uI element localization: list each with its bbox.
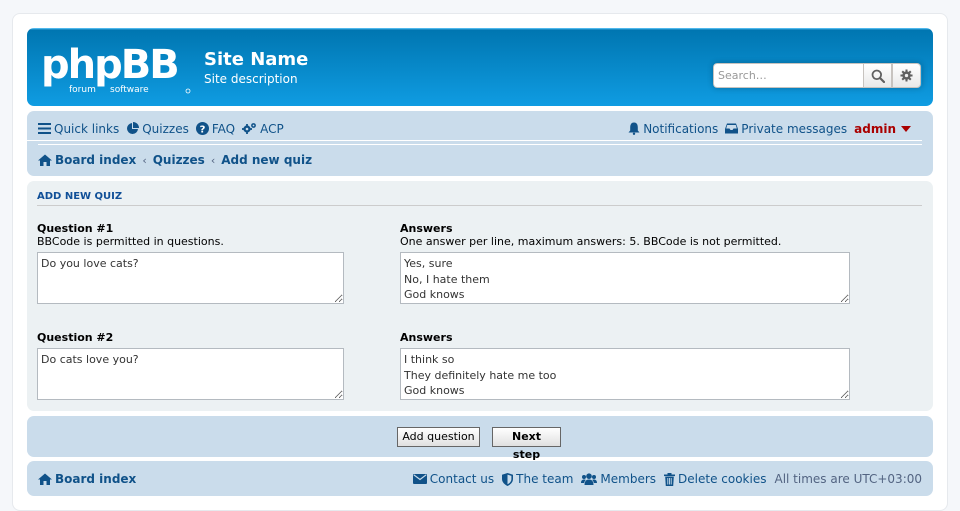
question-2-input[interactable]: Do cats love you?: [37, 348, 344, 400]
logo-sub-software: software: [110, 85, 149, 94]
caret-down-icon: [901, 125, 911, 132]
footer-members[interactable]: Members: [581, 472, 656, 486]
navbar: Quick links Quizzes ? FAQ ACP Notificati…: [27, 111, 933, 176]
home-icon: [38, 154, 52, 166]
answers-2-label: Answers: [400, 331, 453, 344]
site-description: Site description: [204, 72, 298, 86]
breadcrumb-board-index[interactable]: Board index: [38, 153, 136, 167]
home-icon: [38, 473, 52, 485]
username: admin: [854, 121, 896, 136]
question-1-input[interactable]: Do you love cats?: [37, 252, 344, 304]
shield-icon: [502, 472, 514, 486]
quizzes-label: Quizzes: [142, 121, 189, 136]
nav-acp[interactable]: ACP: [242, 122, 284, 136]
notifications-label: Notifications: [643, 121, 719, 136]
user-menu[interactable]: admin: [854, 122, 911, 136]
question-2-label: Question #2: [37, 331, 114, 344]
svg-text:?: ?: [199, 124, 205, 135]
envelope-icon: [412, 474, 427, 484]
search-button[interactable]: [863, 63, 892, 88]
answers-2-input[interactable]: I think so They definitely hate me too G…: [400, 348, 850, 400]
footer-board-index[interactable]: Board index: [38, 472, 136, 486]
form-actions: Add question Next step: [27, 416, 933, 461]
registered-mark-icon: [185, 88, 191, 94]
members-label: Members: [600, 472, 657, 486]
pie-chart-icon: [127, 122, 140, 134]
cogs-icon: [242, 123, 257, 134]
faq-label: FAQ: [211, 121, 236, 136]
acp-label: ACP: [260, 121, 284, 136]
contact-us-label: Contact us: [429, 472, 495, 486]
logo-sub-forum: forum: [69, 85, 96, 94]
timezone-info: All times are UTC+03:00: [774, 472, 922, 486]
delete-cookies-label: Delete cookies: [678, 472, 767, 486]
footer-board-index-label: Board index: [55, 472, 137, 486]
breadcrumb-label: Board index: [55, 153, 137, 167]
phpbb-logo[interactable]: phpBB forum software: [41, 42, 193, 94]
inbox-icon: [725, 123, 739, 134]
nav-quizzes[interactable]: Quizzes: [126, 122, 189, 136]
nav-user-area: Notifications Private messages admin: [628, 122, 911, 136]
footer-row: Board index Contact us The team Members …: [27, 469, 933, 489]
search-input[interactable]: [713, 63, 863, 88]
logo-text: phpBB: [41, 42, 178, 88]
breadcrumb-separator-icon: ‹: [142, 153, 147, 167]
gear-icon: [900, 69, 913, 82]
nav-notifications[interactable]: Notifications: [628, 122, 718, 136]
breadcrumb: Board index ‹ Quizzes ‹ Add new quiz: [27, 151, 933, 169]
site-header: phpBB forum software Site Name Site desc…: [27, 28, 933, 106]
quick-links-label: Quick links: [54, 121, 120, 136]
advanced-search-button[interactable]: [892, 63, 921, 88]
help-icon: ?: [195, 122, 209, 135]
search-icon: [871, 69, 885, 83]
next-step-button[interactable]: Next step: [492, 427, 561, 461]
answers-1-hint: One answer per line, maximum answers: 5.…: [400, 235, 782, 248]
private-messages-label: Private messages: [741, 121, 848, 136]
nav-divider: [38, 144, 922, 145]
footer-contact-us[interactable]: Contact us: [412, 472, 495, 486]
site-name[interactable]: Site Name: [204, 49, 308, 70]
add-question-button[interactable]: Add question: [397, 427, 480, 447]
answers-1-label: Answers: [400, 222, 453, 235]
hamburger-icon: [38, 123, 51, 134]
nav-private-messages[interactable]: Private messages: [725, 122, 847, 136]
breadcrumb-separator-icon: ‹: [210, 153, 216, 167]
footer-links: Contact us The team Members Delete cooki…: [405, 472, 922, 486]
footer-navbar: Board index Contact us The team Members …: [27, 461, 933, 496]
bell-icon: [628, 122, 640, 135]
answers-1-input[interactable]: Yes, sure No, I hate them God knows: [400, 252, 850, 304]
question-1-hint: BBCode is permitted in questions.: [37, 235, 224, 248]
users-icon: [581, 473, 598, 485]
breadcrumb-quizzes[interactable]: Quizzes: [153, 153, 205, 167]
footer-delete-cookies[interactable]: Delete cookies: [664, 472, 766, 486]
breadcrumb-add-new-quiz[interactable]: Add new quiz: [221, 153, 312, 167]
question-1-label: Question #1: [37, 222, 114, 235]
trash-icon: [664, 472, 676, 486]
search-box: [713, 63, 922, 88]
nav-main-row: Quick links Quizzes ? FAQ ACP Notificati…: [27, 117, 922, 141]
the-team-label: The team: [516, 472, 574, 486]
quiz-form-panel: ADD NEW QUIZ Question #1 BBCode is permi…: [27, 181, 933, 411]
footer-the-team[interactable]: The team: [502, 472, 573, 486]
form-title: ADD NEW QUIZ: [37, 191, 922, 206]
quick-links-menu[interactable]: Quick links: [38, 122, 119, 136]
nav-faq[interactable]: ? FAQ: [195, 121, 236, 136]
